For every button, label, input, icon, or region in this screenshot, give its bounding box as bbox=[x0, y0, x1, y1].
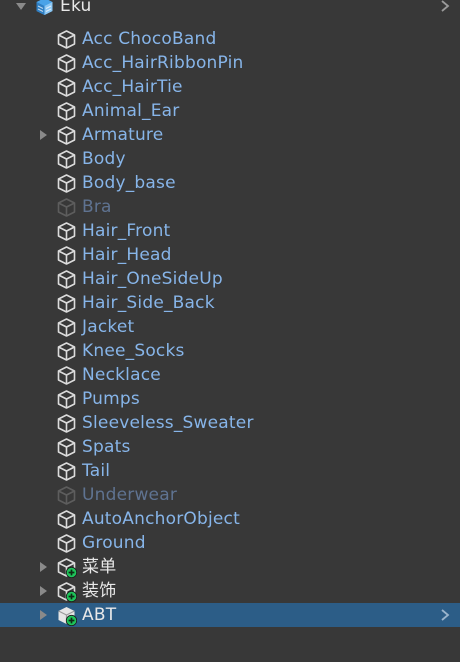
root-label: Eku bbox=[60, 0, 92, 16]
hierarchy-item-label: Hair_Side_Back bbox=[82, 293, 215, 313]
hierarchy-root-row[interactable]: Eku bbox=[0, 0, 460, 18]
hierarchy-item-label: Acc_HairRibbonPin bbox=[82, 53, 244, 73]
hierarchy-item-label: Necklace bbox=[82, 365, 161, 385]
hierarchy-item-label: Spats bbox=[82, 437, 131, 457]
hierarchy-item-label: Acc ChocoBand bbox=[82, 29, 217, 49]
hierarchy-item-label: Knee_Socks bbox=[82, 341, 185, 361]
hierarchy-item-label: Body bbox=[82, 149, 126, 169]
hierarchy-item-autoanchorobject[interactable]: AutoAnchorObject bbox=[0, 507, 460, 531]
added-object-icon bbox=[56, 557, 77, 578]
collapse-arrow-icon[interactable] bbox=[14, 0, 28, 13]
hierarchy-item-label: Acc_HairTie bbox=[82, 77, 183, 97]
prefab-cube-icon bbox=[56, 53, 77, 74]
prefab-cube-icon bbox=[56, 197, 77, 218]
hierarchy-item-necklace[interactable]: Necklace bbox=[0, 363, 460, 387]
prefab-cube-icon bbox=[56, 341, 77, 362]
hierarchy-item-body[interactable]: Body bbox=[0, 147, 460, 171]
hierarchy-item-hair-onesideup[interactable]: Hair_OneSideUp bbox=[0, 267, 460, 291]
prefab-cube-icon bbox=[56, 317, 77, 338]
hierarchy-item-armature[interactable]: Armature bbox=[0, 123, 460, 147]
hierarchy-item-sleeveless-sweater[interactable]: Sleeveless_Sweater bbox=[0, 411, 460, 435]
hierarchy-item-label: Pumps bbox=[82, 389, 140, 409]
hierarchy-item-acc-hairribbonpin[interactable]: Acc_HairRibbonPin bbox=[0, 51, 460, 75]
hierarchy-item-label: Hair_Front bbox=[82, 221, 171, 241]
prefab-cube-icon bbox=[56, 389, 77, 410]
hierarchy-item-label: Body_base bbox=[82, 173, 176, 193]
hierarchy-item-abt[interactable]: ABT bbox=[0, 603, 460, 627]
prefab-cube-icon bbox=[56, 413, 77, 434]
hierarchy-item-label: Underwear bbox=[82, 485, 178, 505]
hierarchy-item-jacket[interactable]: Jacket bbox=[0, 315, 460, 339]
hierarchy-item-animal-ear[interactable]: Animal_Ear bbox=[0, 99, 460, 123]
prefab-cube-icon bbox=[56, 269, 77, 290]
hierarchy-item-label: 菜单 bbox=[82, 557, 117, 577]
prefab-cube-icon bbox=[56, 77, 77, 98]
prefab-cube-icon bbox=[56, 221, 77, 242]
hierarchy-item-label: Jacket bbox=[82, 317, 135, 337]
hierarchy-item-spats[interactable]: Spats bbox=[0, 435, 460, 459]
hierarchy-item-label: Hair_OneSideUp bbox=[82, 269, 223, 289]
hierarchy-item-acc-hairtie[interactable]: Acc_HairTie bbox=[0, 75, 460, 99]
expand-arrow-icon[interactable] bbox=[36, 608, 50, 622]
hierarchy-item-body-base[interactable]: Body_base bbox=[0, 171, 460, 195]
prefab-root-icon bbox=[34, 0, 55, 17]
prefab-cube-icon bbox=[56, 533, 77, 554]
hierarchy-item-label: AutoAnchorObject bbox=[82, 509, 240, 529]
hierarchy-item-hair-side-back[interactable]: Hair_Side_Back bbox=[0, 291, 460, 315]
prefab-cube-icon bbox=[56, 29, 77, 50]
hierarchy-item-bra[interactable]: Bra bbox=[0, 195, 460, 219]
hierarchy-item-label: Armature bbox=[82, 125, 164, 145]
expand-arrow-icon[interactable] bbox=[36, 560, 50, 574]
chevron-right-icon[interactable] bbox=[438, 0, 452, 14]
hierarchy-item-label: ABT bbox=[82, 605, 117, 625]
chevron-right-icon[interactable] bbox=[438, 607, 452, 623]
hierarchy-item-label: 装饰 bbox=[82, 581, 117, 601]
hierarchy-item-label: Sleeveless_Sweater bbox=[82, 413, 254, 433]
hierarchy-item-item-22[interactable]: 菜单 bbox=[0, 555, 460, 579]
hierarchy-item-hair-head[interactable]: Hair_Head bbox=[0, 243, 460, 267]
prefab-cube-icon bbox=[56, 125, 77, 146]
hierarchy-item-tail[interactable]: Tail bbox=[0, 459, 460, 483]
hierarchy-item-item-23[interactable]: 装饰 bbox=[0, 579, 460, 603]
expand-arrow-icon[interactable] bbox=[36, 584, 50, 598]
added-object-icon bbox=[56, 581, 77, 602]
prefab-cube-icon bbox=[56, 437, 77, 458]
expand-arrow-icon[interactable] bbox=[36, 128, 50, 142]
prefab-cube-icon bbox=[56, 245, 77, 266]
hierarchy-item-label: Ground bbox=[82, 533, 146, 553]
hierarchy-item-underwear[interactable]: Underwear bbox=[0, 483, 460, 507]
hierarchy-item-label: Hair_Head bbox=[82, 245, 172, 265]
prefab-cube-icon bbox=[56, 461, 77, 482]
prefab-cube-icon bbox=[56, 149, 77, 170]
hierarchy-item-hair-front[interactable]: Hair_Front bbox=[0, 219, 460, 243]
prefab-cube-icon bbox=[56, 509, 77, 530]
hierarchy-item-label: Animal_Ear bbox=[82, 101, 180, 121]
hierarchy-item-pumps[interactable]: Pumps bbox=[0, 387, 460, 411]
hierarchy-item-ground[interactable]: Ground bbox=[0, 531, 460, 555]
hierarchy-item-label: Bra bbox=[82, 197, 112, 217]
hierarchy-item-knee-socks[interactable]: Knee_Socks bbox=[0, 339, 460, 363]
prefab-cube-icon bbox=[56, 101, 77, 122]
prefab-cube-icon bbox=[56, 173, 77, 194]
prefab-cube-icon bbox=[56, 365, 77, 386]
hierarchy-item-acc-chocoband[interactable]: Acc ChocoBand bbox=[0, 27, 460, 51]
prefab-cube-icon bbox=[56, 293, 77, 314]
prefab-cube-icon bbox=[56, 485, 77, 506]
hierarchy-item-label: Tail bbox=[82, 461, 111, 481]
added-object-icon bbox=[56, 605, 77, 626]
